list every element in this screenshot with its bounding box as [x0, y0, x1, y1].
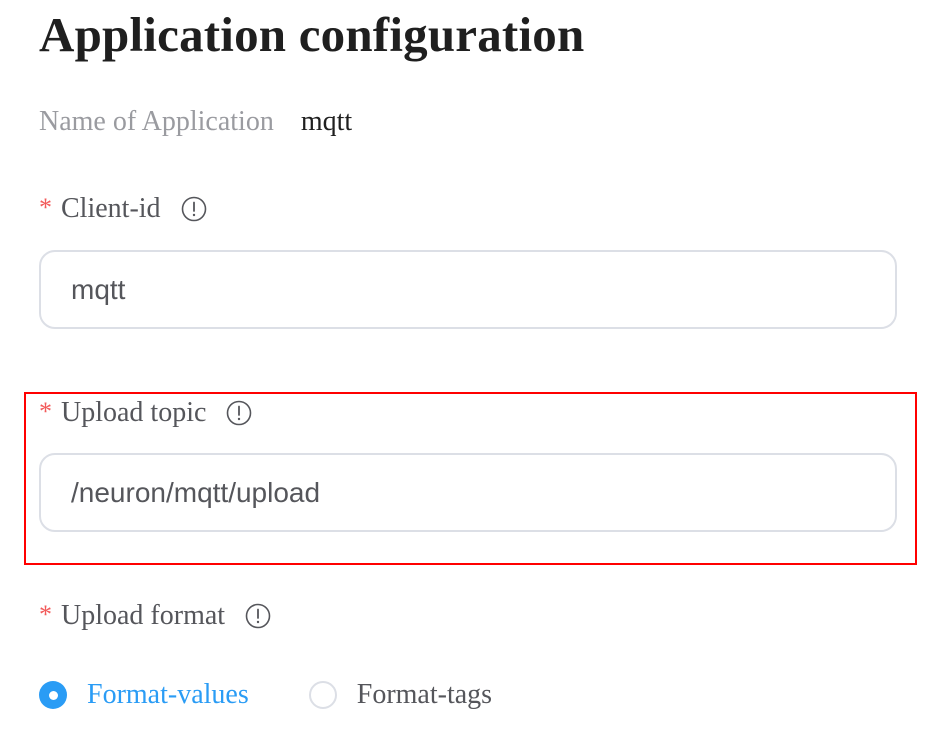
- page-title: Application configuration: [39, 7, 585, 62]
- upload-topic-label-text: Upload topic: [61, 397, 207, 428]
- info-circle-icon[interactable]: [181, 196, 207, 222]
- info-circle-icon[interactable]: [226, 400, 252, 426]
- required-mark: *: [39, 600, 52, 629]
- required-mark: *: [39, 193, 52, 222]
- radio-label-format-values[interactable]: Format-values: [87, 679, 249, 711]
- upload-format-label: * Upload format: [39, 598, 271, 634]
- radio-option-format-tags[interactable]: Format-tags: [308, 679, 492, 711]
- app-name-label: Name of Application: [39, 106, 274, 137]
- app-name-value: mqtt: [300, 106, 353, 137]
- client-id-label-text: Client-id: [61, 193, 161, 224]
- upload-format-radio-group: Format-values Format-tags: [39, 675, 492, 715]
- radio-dot: [48, 690, 58, 700]
- app-name-row: Name of Application mqtt: [39, 103, 352, 141]
- required-mark: *: [39, 397, 52, 426]
- client-id-label: * Client-id: [39, 191, 207, 227]
- upload-topic-label: * Upload topic: [39, 395, 252, 431]
- radio-label-format-tags[interactable]: Format-tags: [357, 679, 492, 711]
- upload-format-label-text: Upload format: [61, 600, 226, 631]
- radio-checked-icon[interactable]: [39, 681, 67, 709]
- client-id-input[interactable]: [39, 250, 897, 329]
- info-circle-icon[interactable]: [245, 603, 271, 629]
- radio-option-format-values[interactable]: Format-values: [39, 679, 249, 711]
- radio-unchecked-icon[interactable]: [308, 681, 337, 709]
- upload-topic-input[interactable]: [39, 453, 897, 532]
